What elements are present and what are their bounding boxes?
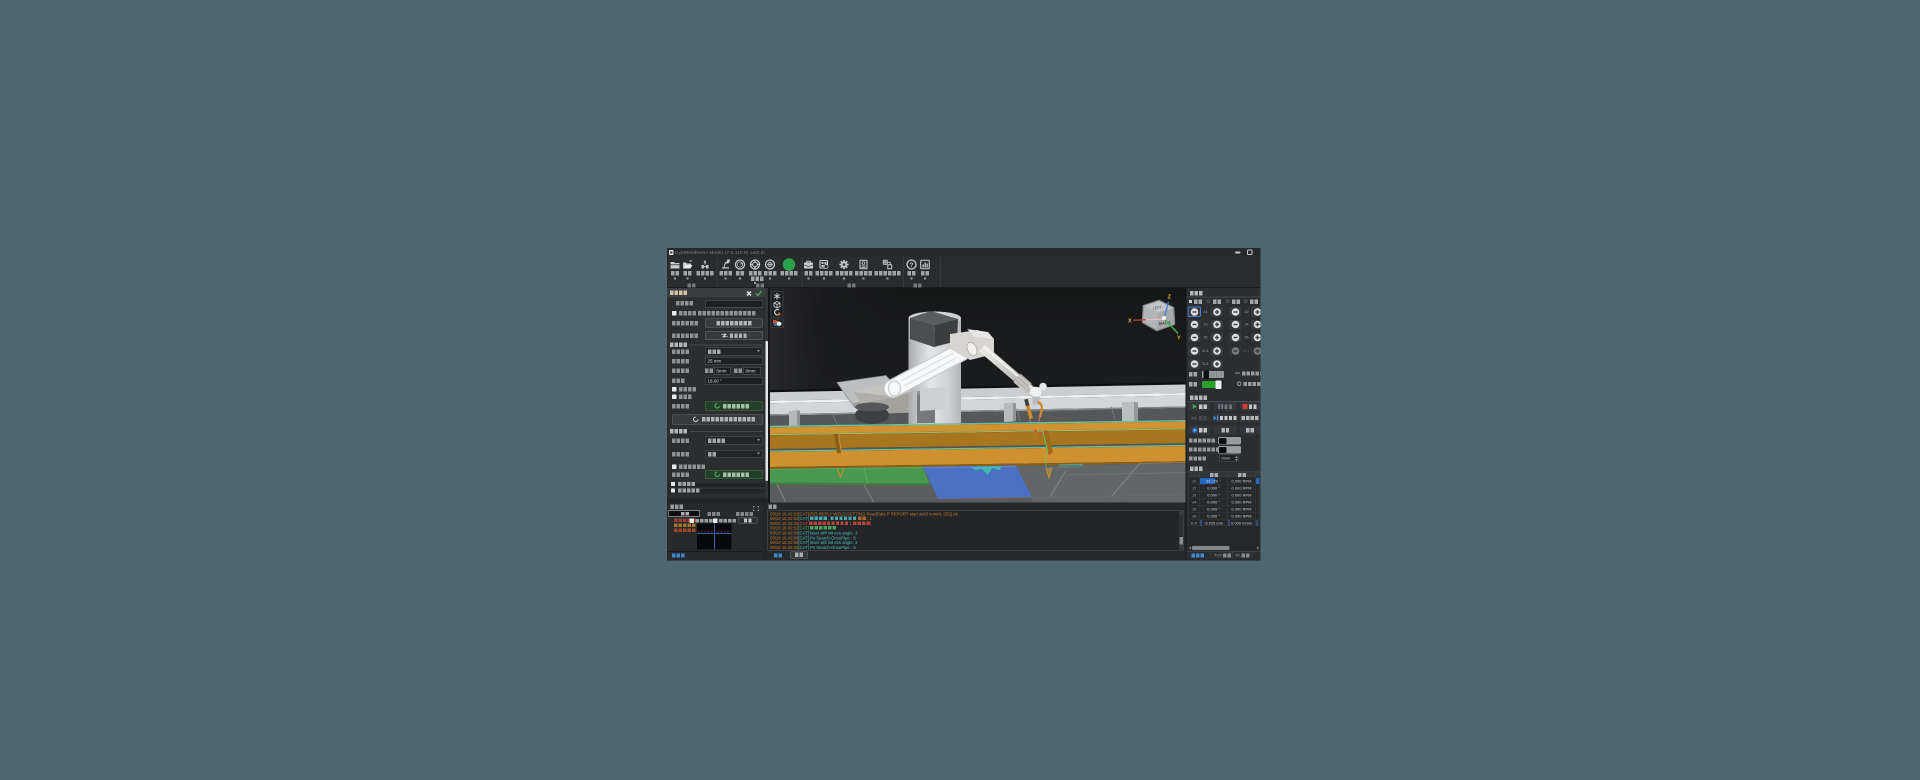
svg-text:?: ? xyxy=(910,262,914,269)
svg-text:X: X xyxy=(1128,319,1132,325)
svg-text:Y: Y xyxy=(1177,336,1181,342)
